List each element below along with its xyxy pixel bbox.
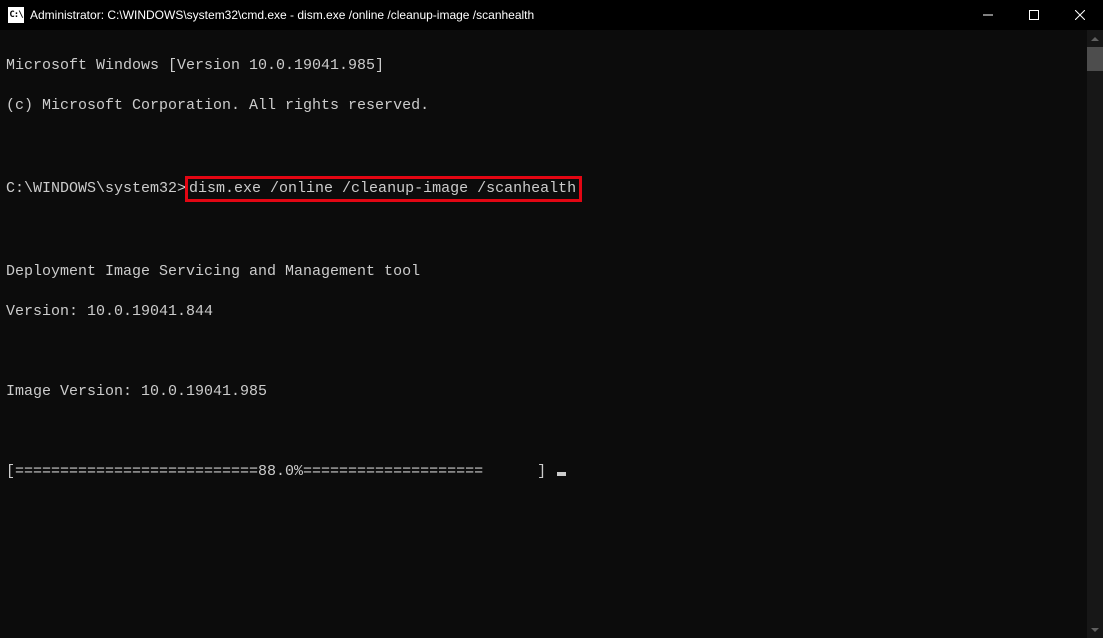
scroll-track[interactable] — [1087, 47, 1103, 621]
scroll-down-button[interactable] — [1087, 621, 1103, 638]
cmd-icon: C:\ — [8, 7, 24, 23]
close-icon — [1075, 10, 1085, 20]
minimize-icon — [983, 10, 993, 20]
title-bar[interactable]: C:\ Administrator: C:\WINDOWS\system32\c… — [0, 0, 1103, 30]
chevron-up-icon — [1091, 37, 1099, 41]
scroll-up-button[interactable] — [1087, 30, 1103, 47]
progress-bar: [===========================88.0%=======… — [6, 463, 555, 480]
chevron-down-icon — [1091, 628, 1099, 632]
close-button[interactable] — [1057, 0, 1103, 30]
tool-name-line: Deployment Image Servicing and Managemen… — [6, 262, 1097, 282]
minimize-button[interactable] — [965, 0, 1011, 30]
scroll-thumb[interactable] — [1087, 47, 1103, 71]
window-controls — [965, 0, 1103, 30]
maximize-icon — [1029, 10, 1039, 20]
terminal-output[interactable]: Microsoft Windows [Version 10.0.19041.98… — [0, 30, 1103, 508]
window-title: Administrator: C:\WINDOWS\system32\cmd.e… — [30, 8, 534, 22]
tool-version-line: Version: 10.0.19041.844 — [6, 302, 1097, 322]
version-line: Microsoft Windows [Version 10.0.19041.98… — [6, 56, 1097, 76]
cursor — [557, 472, 566, 476]
command-text: dism.exe /online /cleanup-image /scanhea… — [189, 180, 576, 197]
prompt-text: C:\WINDOWS\system32> — [6, 180, 186, 197]
command-highlight: dism.exe /online /cleanup-image /scanhea… — [185, 176, 582, 202]
command-line: C:\WINDOWS\system32>dism.exe /online /cl… — [6, 176, 1097, 202]
vertical-scrollbar[interactable] — [1087, 30, 1103, 638]
maximize-button[interactable] — [1011, 0, 1057, 30]
title-bar-left: C:\ Administrator: C:\WINDOWS\system32\c… — [0, 7, 534, 23]
image-version-line: Image Version: 10.0.19041.985 — [6, 382, 1097, 402]
copyright-line: (c) Microsoft Corporation. All rights re… — [6, 96, 1097, 116]
progress-line: [===========================88.0%=======… — [6, 462, 1097, 482]
